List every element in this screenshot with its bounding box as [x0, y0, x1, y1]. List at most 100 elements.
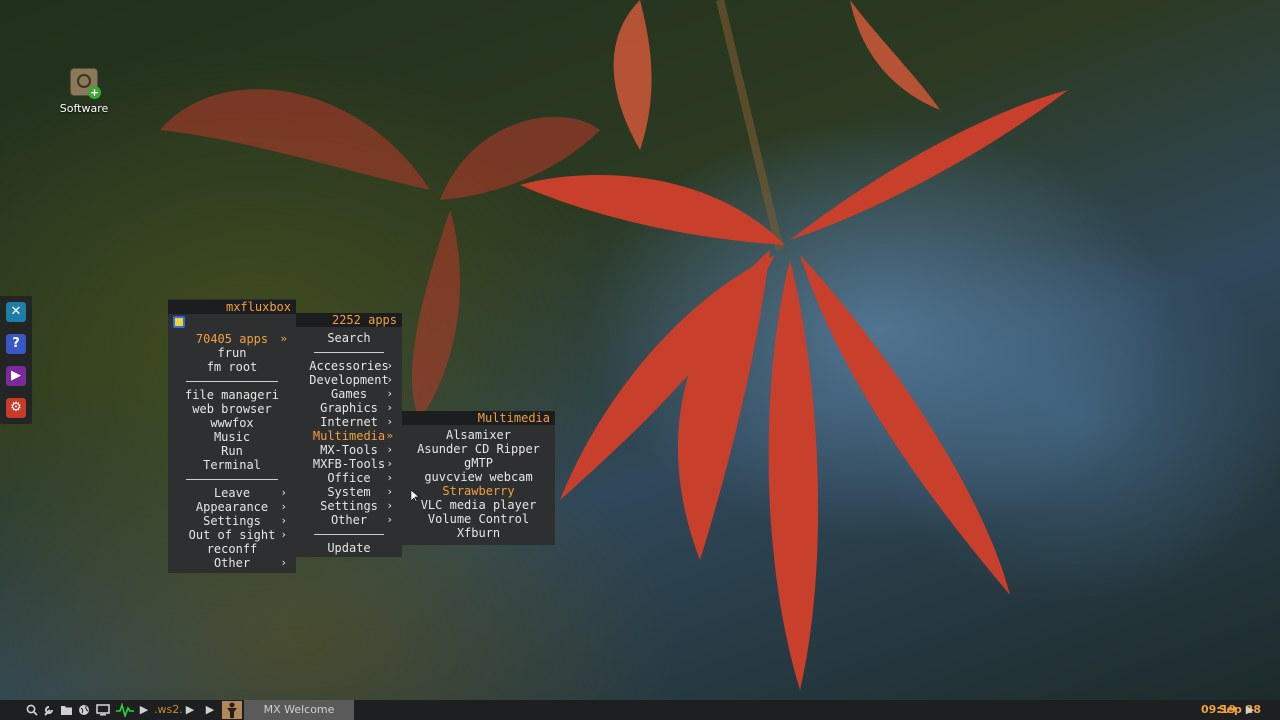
- tray-arrow-icon[interactable]: ▶: [1244, 703, 1256, 717]
- menu-item-label: frun: [217, 346, 247, 360]
- mx-tools-icon[interactable]: ✕: [6, 302, 26, 322]
- menu-item-guvcview-webcam[interactable]: guvcview webcam: [402, 470, 555, 484]
- menu-item-settings[interactable]: Settings ›: [168, 514, 296, 528]
- mouse-cursor-icon: [411, 490, 419, 503]
- menu-item-label: Settings: [203, 514, 261, 528]
- settings-manager-icon[interactable]: ⚙: [6, 398, 26, 418]
- menu-item-volume-control[interactable]: Volume Control: [402, 512, 555, 526]
- monitor-icon[interactable]: [96, 704, 110, 716]
- menu-item-leave[interactable]: Leave ›: [168, 486, 296, 500]
- menu-item-label: wwwfox: [210, 416, 254, 430]
- menu-item-graphics[interactable]: Graphics ›: [296, 401, 402, 415]
- globe-icon[interactable]: [78, 704, 90, 716]
- submenu-arrow-icon: ›: [280, 528, 287, 541]
- menu-item-label: System: [327, 485, 371, 499]
- menu-item-fm-root[interactable]: fm root: [168, 360, 296, 374]
- menu-item-run[interactable]: Run: [168, 444, 296, 458]
- menu-item-xfburn[interactable]: Xfburn: [402, 526, 555, 540]
- menu-item-alsamixer[interactable]: Alsamixer: [402, 428, 555, 442]
- menu-item-update[interactable]: Update: [296, 541, 402, 555]
- menu-item-label: Volume Control: [427, 512, 530, 526]
- wrench-icon[interactable]: [43, 704, 55, 716]
- menu-item-label: Out of sight: [188, 528, 276, 542]
- menu-item-label: Settings: [320, 499, 378, 513]
- menu-item-internet[interactable]: Internet ›: [296, 415, 402, 429]
- menu-item-label: file manageri: [185, 388, 279, 402]
- menu-item-label: Other: [213, 556, 251, 570]
- menu-item-web-browser[interactable]: web browser: [168, 402, 296, 416]
- menu-separator: [168, 374, 296, 388]
- menu-item-other[interactable]: Other ›: [168, 556, 296, 570]
- menu-item-multimedia[interactable]: Multimedia»: [296, 429, 402, 443]
- submenu-arrow-icon: ›: [280, 556, 287, 569]
- menu-item-label: Graphics: [320, 401, 378, 415]
- menu-item-music[interactable]: Music: [168, 430, 296, 444]
- software-desktop-icon[interactable]: + Software: [58, 68, 110, 115]
- workspace-label[interactable]: .ws2.: [154, 703, 183, 717]
- menu-item-accessories[interactable]: Accessories ›: [296, 359, 402, 373]
- menu-item-label: Accessories: [309, 359, 389, 373]
- menu-item-label: Asunder CD Ripper: [417, 442, 540, 456]
- submenu-arrow-icon: ›: [386, 471, 393, 484]
- root-menu-title: mxfluxbox: [168, 300, 296, 314]
- media-player-icon[interactable]: ▶: [6, 366, 26, 386]
- menu-item-games[interactable]: Games ›: [296, 387, 402, 401]
- menu-item-mx-tools[interactable]: MX-Tools ›: [296, 443, 402, 457]
- menu-item-other[interactable]: Other ›: [296, 513, 402, 527]
- folder-icon[interactable]: [60, 704, 73, 716]
- menu-item-label: reconff: [206, 542, 258, 556]
- menu-item-office[interactable]: Office ›: [296, 471, 402, 485]
- menu-item-development[interactable]: Development ›: [296, 373, 402, 387]
- activity-icon[interactable]: [116, 703, 134, 717]
- forward-icon[interactable]: ▶: [204, 703, 216, 717]
- menu-item-label: Strawberry: [442, 484, 515, 498]
- submenu-arrow-icon: ›: [386, 485, 393, 498]
- menu-item-gmtp[interactable]: gMTP: [402, 456, 555, 470]
- menu-item-out-of-sight[interactable]: Out of sight ›: [168, 528, 296, 542]
- submenu-arrow-icon: ›: [386, 499, 393, 512]
- menu-item-70405-apps[interactable]: 70405 apps »: [168, 332, 296, 346]
- submenu-arrow-icon: »: [280, 332, 287, 345]
- search-icon[interactable]: [26, 704, 38, 716]
- menu-item-label: Development: [309, 373, 389, 387]
- menu-item-label: Xfburn: [456, 526, 501, 540]
- menu-separator: [168, 472, 296, 486]
- bulb-icon[interactable]: [173, 316, 185, 328]
- menu-item-label: Multimedia: [312, 429, 386, 443]
- menu-item-file-manageri[interactable]: file manageri: [168, 388, 296, 402]
- menu-item-label: Search: [327, 331, 371, 345]
- play-icon[interactable]: ▶: [138, 703, 150, 717]
- menu-item-label: MXFB-Tools: [312, 457, 386, 471]
- menu-item-label: Leave: [213, 486, 251, 500]
- submenu-arrow-icon: ›: [386, 401, 393, 414]
- help-icon[interactable]: ?: [6, 334, 26, 354]
- menu-item-mxfb-tools[interactable]: MXFB-Tools ›: [296, 457, 402, 471]
- menu-item-system[interactable]: System ›: [296, 485, 402, 499]
- submenu-arrow-icon: ›: [386, 359, 393, 372]
- taskbar-task-mx-welcome[interactable]: MX Welcome: [244, 700, 354, 720]
- root-menu: mxfluxbox 70405 apps » frun fm root file man…: [168, 299, 296, 573]
- submenu-arrow-icon: ›: [386, 387, 393, 400]
- menu-item-wwwfox[interactable]: wwwfox: [168, 416, 296, 430]
- submenu-arrow-icon: ›: [386, 457, 393, 470]
- multimedia-submenu: Multimedia Alsamixer Asunder CD Ripper gMT…: [402, 411, 555, 545]
- menu-item-label: Alsamixer: [445, 428, 512, 442]
- submenu-arrow-icon: ›: [280, 486, 287, 499]
- menu-item-label: VLC media player: [420, 498, 537, 512]
- menu-item-label: Games: [330, 387, 368, 401]
- menu-item-reconff[interactable]: reconff: [168, 542, 296, 556]
- menu-item-vlc-media-player[interactable]: VLC media player: [402, 498, 555, 512]
- menu-item-settings[interactable]: Settings ›: [296, 499, 402, 513]
- next-workspace-icon[interactable]: ▶: [184, 703, 196, 717]
- menu-item-frun[interactable]: frun: [168, 346, 296, 360]
- menu-item-terminal[interactable]: Terminal: [168, 458, 296, 472]
- menu-item-label: MX-Tools: [320, 443, 378, 457]
- menu-item-strawberry[interactable]: Strawberry: [402, 484, 555, 498]
- menu-item-appearance[interactable]: Appearance ›: [168, 500, 296, 514]
- submenu-arrow-icon: ›: [280, 500, 287, 513]
- menu-item-asunder-cd-ripper[interactable]: Asunder CD Ripper: [402, 442, 555, 456]
- menu-item-search[interactable]: Search: [296, 331, 402, 345]
- menu-item-label: fm root: [206, 360, 258, 374]
- menu-item-label: Music: [213, 430, 251, 444]
- submenu-arrow-icon: »: [386, 429, 393, 442]
